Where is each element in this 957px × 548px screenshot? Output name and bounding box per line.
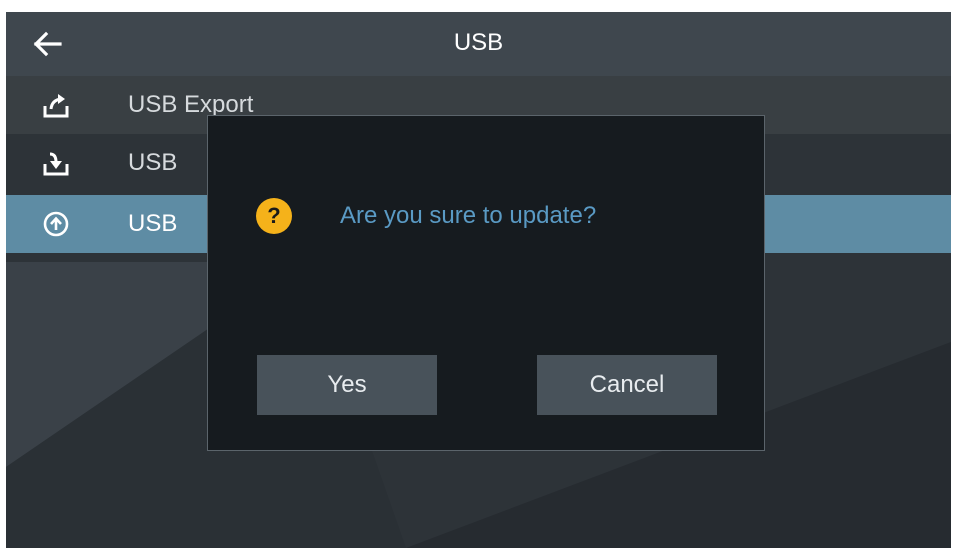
- circle-up-arrow-icon: [40, 208, 72, 240]
- download-tray-icon: [40, 147, 72, 179]
- page-title: USB: [453, 29, 504, 56]
- yes-button[interactable]: Yes: [257, 355, 437, 415]
- menu-item-label: USB: [128, 149, 178, 176]
- menu-item-label: USB: [128, 210, 178, 237]
- question-icon: ?: [256, 198, 292, 234]
- header-bar: USB: [6, 12, 951, 76]
- confirm-dialog: ? Are you sure to update? Yes Cancel: [207, 115, 765, 451]
- cancel-button[interactable]: Cancel: [537, 355, 717, 415]
- usb-screen: USB USB Export USB USB ? Are you sure to…: [6, 12, 951, 548]
- upload-tray-icon: [40, 89, 72, 121]
- dialog-message: Are you sure to update?: [340, 202, 597, 229]
